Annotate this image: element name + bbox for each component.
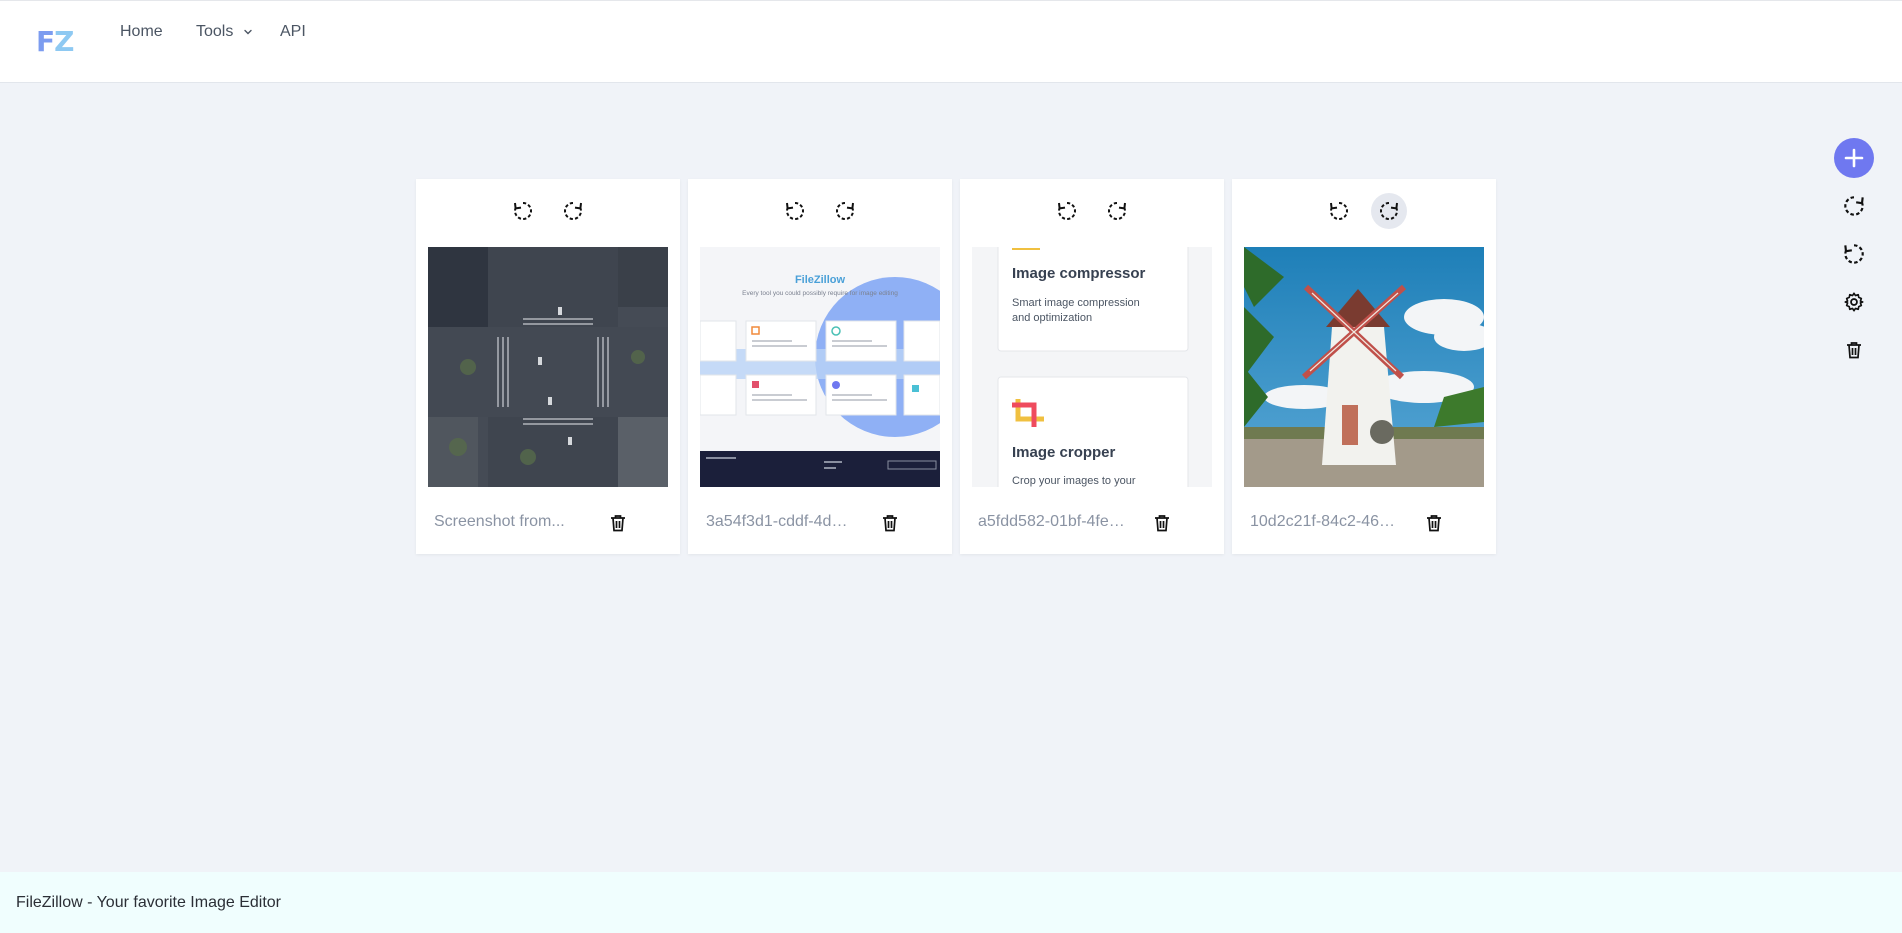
trash-icon <box>1155 515 1169 532</box>
image-thumbnail[interactable] <box>1244 247 1484 487</box>
trash-icon <box>611 515 625 532</box>
top-navbar: FZ Home Tools API <box>0 0 1902 83</box>
image-thumbnail[interactable]: FileZillow Every tool you could possibly… <box>700 247 940 487</box>
rotate-right-icon <box>1380 202 1398 220</box>
thumb-tool-title-2: Image cropper <box>1012 444 1116 461</box>
rotate-left-icon <box>1844 244 1864 264</box>
brand-logo[interactable]: FZ <box>36 25 74 58</box>
filezillow-homepage-screenshot: FileZillow Every tool you could possibly… <box>700 247 940 487</box>
thumb-tool-desc-1a: Smart image compression <box>1012 297 1140 309</box>
rotate-left-icon <box>786 202 804 220</box>
rotate-left-icon <box>514 202 532 220</box>
image-thumbnail[interactable] <box>428 247 668 487</box>
gear-icon <box>1844 292 1864 312</box>
rotate-right-icon <box>564 202 582 220</box>
image-card: Image compressor Smart image compression… <box>960 179 1224 554</box>
image-filename: a5fdd582-01bf-4feb-... <box>978 513 1128 530</box>
delete-all-button[interactable] <box>1834 330 1874 370</box>
rotate-right-icon <box>1844 196 1864 216</box>
rotate-right-button[interactable] <box>1371 193 1407 229</box>
rotate-left-button[interactable] <box>1049 193 1085 229</box>
thumb-tool-title-1: Image compressor <box>1012 265 1146 282</box>
rotate-all-right-button[interactable] <box>1834 186 1874 226</box>
image-filename: 10d2c21f-84c2-46c5-... <box>1250 513 1400 530</box>
chevron-down-icon <box>244 29 253 35</box>
rotate-right-button[interactable] <box>1099 193 1135 229</box>
windmill-photo <box>1244 247 1484 487</box>
page-footer: FileZillow - Your favorite Image Editor <box>0 872 1902 933</box>
settings-button[interactable] <box>1834 282 1874 322</box>
nav-home-link[interactable]: Home <box>120 23 163 41</box>
trash-icon <box>883 515 897 532</box>
thumb-tool-desc-1b: and optimization <box>1012 312 1092 324</box>
image-filename: Screenshot from... <box>434 513 565 530</box>
image-card: FileZillow Every tool you could possibly… <box>688 179 952 554</box>
trash-icon <box>1427 515 1441 532</box>
image-card: 10d2c21f-84c2-46c5-... <box>1232 179 1496 554</box>
image-filename: 3a54f3d1-cddf-4d7e-... <box>706 513 856 530</box>
add-icon <box>1844 148 1864 168</box>
card-footer: a5fdd582-01bf-4feb-... <box>960 509 1224 539</box>
image-thumbnail[interactable]: Image compressor Smart image compression… <box>972 247 1212 487</box>
rotate-right-button[interactable] <box>827 193 863 229</box>
thumb-tool-desc-2: Crop your images to your <box>1012 475 1136 487</box>
card-rotate-controls <box>416 193 680 229</box>
nav-tools-dropdown[interactable]: Tools <box>196 23 253 41</box>
card-rotate-controls <box>960 193 1224 229</box>
footer-text: FileZillow - Your favorite Image Editor <box>16 894 281 911</box>
rotate-all-left-button[interactable] <box>1834 234 1874 274</box>
nav-api-link[interactable]: API <box>280 23 306 41</box>
rotate-left-icon <box>1058 202 1076 220</box>
trash-icon <box>1847 342 1861 359</box>
delete-image-button[interactable] <box>1422 511 1446 535</box>
add-image-button[interactable] <box>1834 138 1874 178</box>
card-footer: Screenshot from... <box>416 509 680 539</box>
tool-cards-screenshot: Image compressor Smart image compression… <box>972 247 1212 487</box>
logo-letter-z: Z <box>54 25 74 58</box>
card-footer: 3a54f3d1-cddf-4d7e-... <box>688 509 952 539</box>
thumb-brand-text: FileZillow <box>795 274 846 286</box>
rotate-left-button[interactable] <box>1321 193 1357 229</box>
rotate-right-icon <box>836 202 854 220</box>
rotate-left-icon <box>1330 202 1348 220</box>
delete-image-button[interactable] <box>1150 511 1174 535</box>
delete-image-button[interactable] <box>606 511 630 535</box>
aerial-city-photo <box>428 247 668 487</box>
image-card: Screenshot from... <box>416 179 680 554</box>
rotate-left-button[interactable] <box>777 193 813 229</box>
rotate-right-icon <box>1108 202 1126 220</box>
card-footer: 10d2c21f-84c2-46c5-... <box>1232 509 1496 539</box>
delete-image-button[interactable] <box>878 511 902 535</box>
rotate-right-button[interactable] <box>555 193 591 229</box>
thumb-tagline-text: Every tool you could possibly require fo… <box>742 290 898 297</box>
rotate-left-button[interactable] <box>505 193 541 229</box>
nav-tools-label: Tools <box>196 23 234 40</box>
logo-letter-f: F <box>36 25 55 58</box>
card-rotate-controls <box>1232 193 1496 229</box>
card-rotate-controls <box>688 193 952 229</box>
